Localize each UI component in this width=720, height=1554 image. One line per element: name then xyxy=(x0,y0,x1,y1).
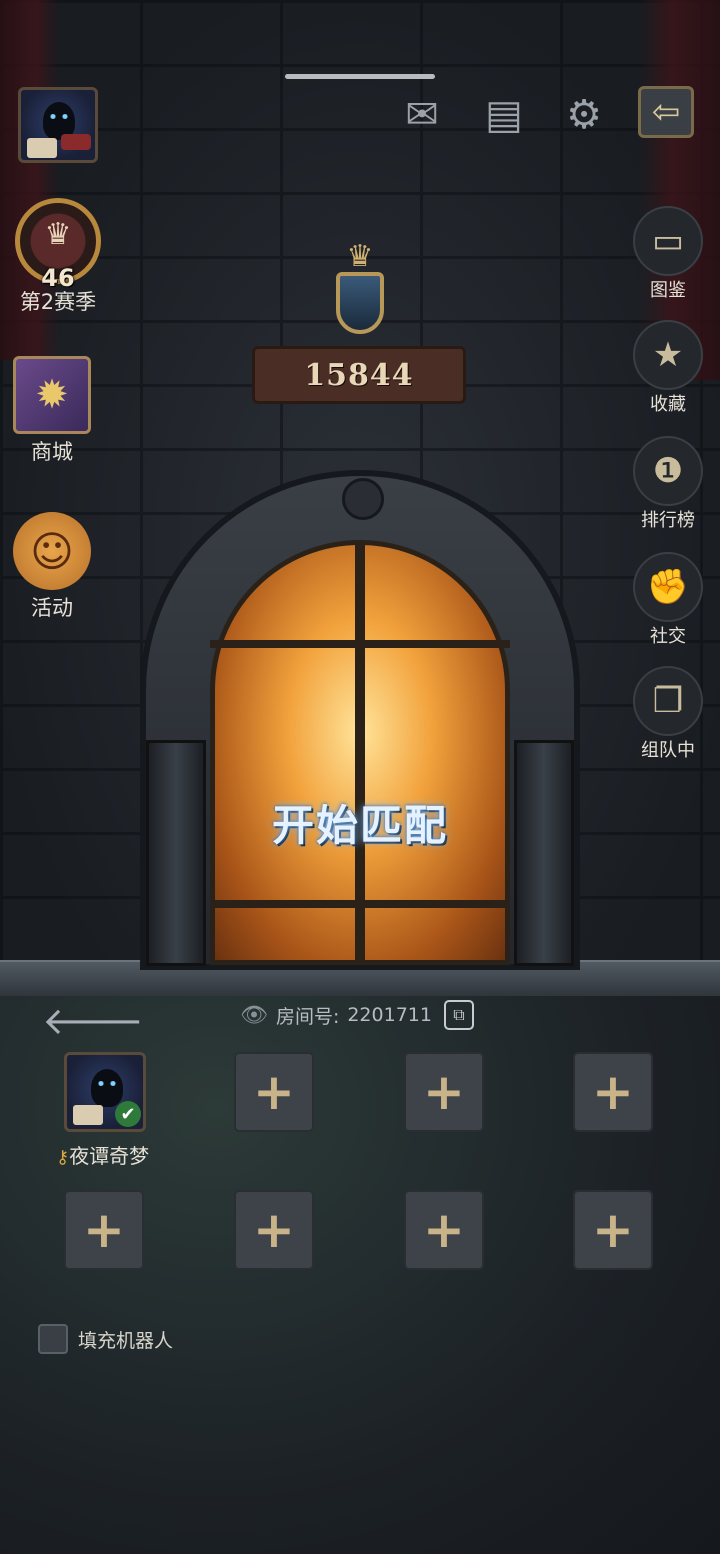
member-avatar-eyes xyxy=(97,1081,117,1086)
shop-button[interactable]: ✹ 商城 xyxy=(2,356,102,466)
rank-emblem[interactable]: ♛ xyxy=(312,242,408,352)
moon-ornament-icon xyxy=(342,478,384,520)
team-member-avatar[interactable]: ✔ xyxy=(64,1052,146,1132)
right-menu-item-team[interactable]: ❐ 组队中 xyxy=(628,666,708,762)
exit-arrow-icon[interactable]: ⇦ xyxy=(638,86,694,138)
player-avatar[interactable] xyxy=(18,87,98,163)
season-button[interactable]: ♛ 46 第2赛季 xyxy=(8,198,108,316)
system-handle-bar[interactable] xyxy=(285,74,435,79)
books-icon: ▭ xyxy=(633,206,703,276)
notes-icon[interactable]: ▤ xyxy=(476,92,532,138)
rank-score-banner: 15844 xyxy=(252,346,466,404)
left-pillar xyxy=(146,740,206,966)
leaderboard-label: 排行榜 xyxy=(641,510,695,531)
room-label: 房间号: xyxy=(275,1005,340,1028)
events-button[interactable]: ☺ 活动 xyxy=(2,512,102,622)
right-pillar xyxy=(514,740,574,966)
podium-icon: ❶ xyxy=(633,436,703,506)
right-menu-item-social[interactable]: ✊ 社交 xyxy=(628,552,708,648)
add-player-slot[interactable]: + xyxy=(573,1052,653,1132)
fill-bots-label: 填充机器人 xyxy=(78,1329,174,1352)
team-member-name-row: ⚷夜谭奇梦 xyxy=(56,1140,149,1169)
right-menu-item-collection[interactable]: ★ 收藏 xyxy=(628,320,708,416)
start-match-label[interactable]: 开始匹配 xyxy=(210,792,510,853)
add-player-slot[interactable]: + xyxy=(404,1052,484,1132)
rank-score: 15844 xyxy=(304,357,414,393)
avatar-eyes xyxy=(49,114,69,119)
rank-shield-icon xyxy=(336,272,384,334)
room-id: 2201711 xyxy=(347,1004,432,1026)
add-player-slot[interactable]: + xyxy=(234,1190,314,1270)
add-player-slot[interactable]: + xyxy=(573,1190,653,1270)
right-menu-item-codex[interactable]: ▭ 图鉴 xyxy=(628,206,708,302)
room-info: 👁 房间号: 2201711 ⧉ xyxy=(240,995,474,1035)
team-cards-icon: ❐ xyxy=(633,666,703,736)
right-menu-item-leaderboard[interactable]: ❶ 排行榜 xyxy=(628,436,708,532)
fist-icon: ✊ xyxy=(633,552,703,622)
ready-check-icon: ✔ xyxy=(115,1101,141,1127)
collection-label: 收藏 xyxy=(650,394,686,415)
gear-icon[interactable]: ⚙ xyxy=(556,92,612,138)
team-label: 组队中 xyxy=(641,740,695,761)
shop-label: 商城 xyxy=(31,440,73,464)
eye-icon: 👁 xyxy=(240,1002,268,1028)
season-level: 46 xyxy=(41,264,75,292)
social-label: 社交 xyxy=(650,626,686,647)
back-arrow-icon[interactable]: 🡐 xyxy=(42,998,144,1044)
door-bar-lower xyxy=(210,900,510,908)
rank-crown-icon: ♛ xyxy=(346,239,374,274)
fill-bots-option[interactable]: 填充机器人 xyxy=(38,1324,173,1354)
leader-key-icon: ⚷ xyxy=(56,1147,70,1168)
add-player-slot[interactable]: + xyxy=(234,1052,314,1132)
member-avatar-face xyxy=(91,1069,123,1107)
door-bar-upper xyxy=(210,640,510,648)
events-label: 活动 xyxy=(31,596,73,620)
member-avatar-book xyxy=(73,1105,103,1125)
shop-book-icon: ✹ xyxy=(13,356,91,434)
team-member-name: 夜谭奇梦 xyxy=(69,1144,150,1168)
fill-bots-checkbox[interactable] xyxy=(38,1324,68,1354)
add-player-slot[interactable]: + xyxy=(64,1190,144,1270)
lion-mask-icon: ☺ xyxy=(13,512,91,590)
mail-icon[interactable]: ✉ xyxy=(394,92,450,138)
avatar-book xyxy=(27,138,57,158)
avatar-scarf xyxy=(61,134,91,150)
add-player-slot[interactable]: + xyxy=(404,1190,484,1270)
star-card-icon: ★ xyxy=(633,320,703,390)
copy-icon[interactable]: ⧉ xyxy=(443,1000,474,1030)
codex-label: 图鉴 xyxy=(650,280,686,301)
